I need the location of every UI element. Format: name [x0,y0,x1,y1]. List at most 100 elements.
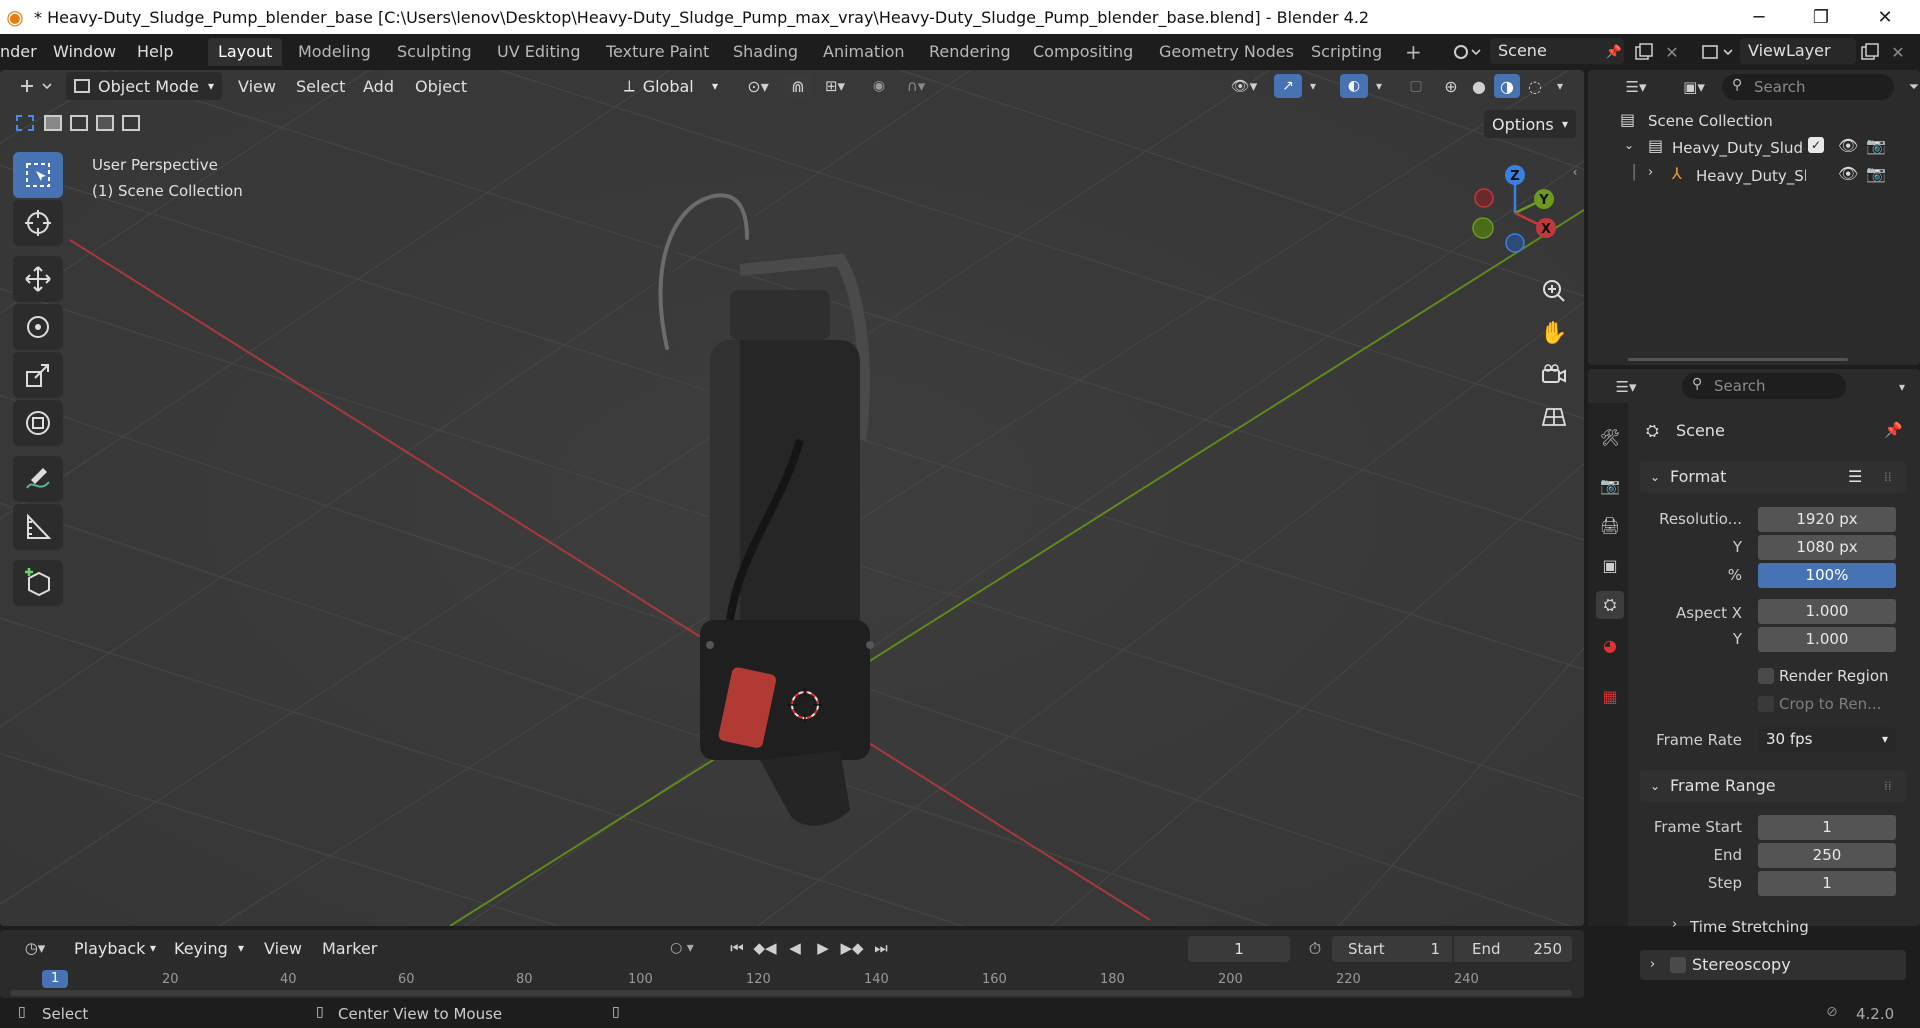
menu-help[interactable]: Help [137,42,173,61]
playhead[interactable]: 1 [42,970,68,988]
crop-checkbox[interactable] [1758,696,1774,712]
view-layer-selector-icon[interactable] [1697,40,1737,64]
filter-icon[interactable]: ⏷ [1908,75,1920,99]
properties-editor-type-icon[interactable]: ☰▾ [1604,375,1648,399]
render-camera-icon[interactable]: 📷 [1866,136,1886,155]
outliner-search-box[interactable]: ⚲ Search [1722,74,1894,100]
chevron-down-icon[interactable]: ▾ [1892,375,1912,399]
select-subtract-mode-icon[interactable] [66,112,92,134]
frame-end-field[interactable]: 250 [1758,843,1896,868]
visibility-eye-icon[interactable]: 👁 [1838,164,1858,183]
frame-start-field[interactable]: 1 [1758,815,1896,840]
chevron-down-icon[interactable]: ▾ [1370,74,1388,98]
output-tab-icon[interactable]: 🖨 [1596,511,1624,539]
navigation-gizmo[interactable]: Z Y X [1460,158,1570,268]
close-button[interactable]: ✕ [1854,0,1916,34]
timeline-ruler[interactable]: 1 20 40 60 80 100 120 140 160 180 200 22… [12,970,1572,988]
visibility-eye-icon[interactable]: 👁 [1838,136,1858,155]
play-reverse-icon[interactable]: ◀ [784,936,806,960]
rotate-tool[interactable] [13,304,63,350]
drag-handle-icon[interactable]: ⁞⁞ [1884,770,1892,802]
viewport-menu-object[interactable]: Object [415,77,467,96]
render-tab-icon[interactable]: 📷 [1596,471,1624,499]
snap-target-icon[interactable]: ⊞▾ [814,74,856,98]
resolution-percent-slider[interactable]: 100% [1758,563,1896,588]
time-stretching-subpanel[interactable]: › Time Stretching [1668,915,1898,941]
auto-keying-icon[interactable]: ○ ▾ [660,936,704,960]
sidebar-toggle-icon[interactable]: ‹ [1568,162,1582,182]
timeline-scrollbar[interactable] [10,990,1572,996]
tab-layout[interactable]: Layout [208,38,283,66]
pan-hand-icon[interactable]: ✋ [1533,312,1575,354]
tab-rendering[interactable]: Rendering [919,38,1021,66]
object-mode-dropdown[interactable]: Object Mode ▾ [66,72,222,100]
cursor-tool[interactable] [13,200,63,246]
current-frame-field[interactable]: 1 [1188,936,1290,962]
select-box-mode-icon[interactable] [12,112,38,134]
outliner-row-scene-collection[interactable]: ▤ Scene Collection [1618,108,1918,134]
viewport-menu-view[interactable]: View [238,77,276,96]
tab-texture-paint[interactable]: Texture Paint [596,38,719,66]
zoom-icon[interactable] [1533,270,1575,312]
outliner-row-collection[interactable]: ⌄ ▤ Heavy_Duty_Sludge ✓ 👁 📷 [1618,134,1918,162]
move-tool[interactable] [13,256,63,302]
xray-toggle-icon[interactable]: ▢ [1402,74,1430,98]
transform-tool[interactable] [13,400,63,446]
tab-animation[interactable]: Animation [813,38,915,66]
chevron-down-icon[interactable]: ▾ [1550,74,1570,98]
select-invert-mode-icon[interactable] [92,112,118,134]
tab-sculpting[interactable]: Sculpting [387,38,482,66]
proportional-falloff-icon[interactable]: ∩▾ [896,74,936,98]
stopwatch-icon[interactable]: ⏱ [1302,936,1328,962]
viewport-menu-select[interactable]: Select [296,77,345,96]
3d-viewport[interactable]: Object Mode ▾ View Select Add Object ⟂ G… [0,70,1584,926]
add-workspace-button[interactable]: + [1395,38,1432,66]
frame-step-field[interactable]: 1 [1758,871,1896,896]
start-frame-field[interactable]: Start 1 [1332,936,1452,962]
sludge-pump-model[interactable] [640,190,900,830]
aspect-x-field[interactable]: 1.000 [1758,599,1896,624]
outliner-row-object[interactable]: │ › ⅄ Heavy_Duty_Slu 👁 📷 [1618,162,1918,190]
new-scene-icon[interactable] [1632,40,1656,64]
gizmo-toggle-icon[interactable]: ↗ [1274,74,1302,98]
end-frame-field[interactable]: End 250 [1454,936,1572,962]
select-box-tool[interactable] [13,152,63,198]
tab-uv-editing[interactable]: UV Editing [487,38,590,66]
jump-keyframe-forward-icon[interactable]: ▶◆ [840,936,864,960]
chevron-down-icon[interactable]: ▾ [1304,74,1322,98]
timeline-menu-view[interactable]: View [264,939,302,958]
texture-tab-icon[interactable]: ▦ [1596,682,1624,710]
tab-geometry-nodes[interactable]: Geometry Nodes [1149,38,1304,66]
play-icon[interactable]: ▶ [812,936,834,960]
menu-file[interactable]: nder [0,42,37,61]
display-mode-icon[interactable]: ▣▾ [1672,75,1716,99]
camera-view-icon[interactable] [1533,354,1575,396]
aspect-y-field[interactable]: 1.000 [1758,627,1896,652]
keying-menu[interactable]: Keying ▾ [166,934,252,962]
jump-keyframe-back-icon[interactable]: ◆◀ [753,936,776,960]
pivot-point-icon[interactable]: ⊙▾ [738,74,778,98]
visibility-icon[interactable]: 👁▾ [1222,74,1266,98]
snap-toggle-icon[interactable]: ⋒ [784,74,812,98]
stereoscopy-checkbox[interactable] [1670,957,1686,973]
render-camera-icon[interactable]: 📷 [1866,164,1886,183]
format-panel-header[interactable]: ⌄ Format ☰ ⁞⁞ [1640,461,1906,493]
timeline-menu-marker[interactable]: Marker [322,939,377,958]
presets-list-icon[interactable]: ☰ [1848,461,1862,493]
jump-start-icon[interactable]: ⏮ [726,936,748,960]
outliner-editor-type-icon[interactable]: ☰▾ [1616,75,1656,99]
tab-scripting[interactable]: Scripting [1301,38,1392,66]
delete-view-layer-icon[interactable]: ✕ [1886,40,1910,64]
overlays-toggle-icon[interactable]: ◐ [1340,74,1368,98]
material-preview-shading-icon[interactable]: ◑ [1494,74,1520,98]
add-cube-tool[interactable] [13,560,63,606]
options-dropdown[interactable]: Options ▾ [1484,110,1576,138]
measure-tool[interactable] [13,504,63,550]
scene-selector-icon[interactable] [1447,40,1487,64]
minimize-button[interactable]: ─ [1728,0,1790,34]
tab-modeling[interactable]: Modeling [288,38,381,66]
playback-menu[interactable]: Playback ▾ [66,934,164,962]
viewport-menu-add[interactable]: Add [363,77,394,96]
resolution-x-field[interactable]: 1920 px [1758,507,1896,532]
properties-search-box[interactable]: ⚲ Search [1682,373,1846,399]
